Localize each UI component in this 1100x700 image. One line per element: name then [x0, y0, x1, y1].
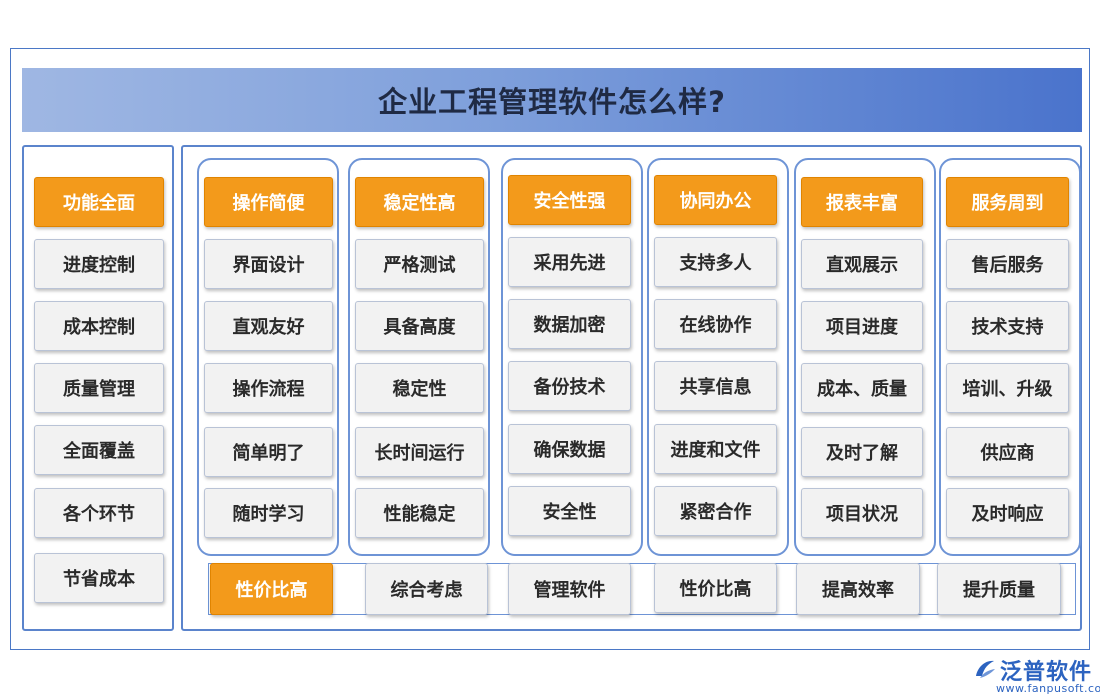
- column-header: 稳定性高: [355, 177, 484, 227]
- column-item: 及时响应: [946, 488, 1069, 538]
- brand-url: www.fanpusoft.com: [996, 682, 1100, 695]
- column-item: 操作流程: [204, 363, 333, 413]
- left-item: 全面覆盖: [34, 425, 164, 475]
- left-item: 质量管理: [34, 363, 164, 413]
- column-item: 售后服务: [946, 239, 1069, 289]
- column-item: 共享信息: [654, 361, 777, 411]
- column-item: 项目进度: [801, 301, 923, 351]
- column-header: 报表丰富: [801, 177, 923, 227]
- column-item: 进度和文件: [654, 424, 777, 474]
- column-item: 支持多人: [654, 237, 777, 287]
- title-banner: 企业工程管理软件怎么样?: [22, 68, 1082, 132]
- bottom-item: 提升质量: [937, 563, 1061, 615]
- column-header: 协同办公: [654, 175, 777, 225]
- page-title: 企业工程管理软件怎么样?: [378, 85, 726, 119]
- bottom-item: 性价比高: [654, 563, 777, 613]
- column-item: 数据加密: [508, 299, 631, 349]
- bottom-item: 提高效率: [796, 563, 920, 615]
- column-item: 备份技术: [508, 361, 631, 411]
- column-item: 长时间运行: [355, 427, 484, 477]
- left-item: 进度控制: [34, 239, 164, 289]
- column-item: 具备高度: [355, 301, 484, 351]
- brand-mark-icon: [976, 660, 995, 678]
- bottom-item: 综合考虑: [365, 563, 488, 615]
- column-item: 供应商: [946, 427, 1069, 477]
- column-item: 确保数据: [508, 424, 631, 474]
- column-item: 培训、升级: [946, 363, 1069, 413]
- column-item: 随时学习: [204, 488, 333, 538]
- column-item: 及时了解: [801, 427, 923, 477]
- column-header: 安全性强: [508, 175, 631, 225]
- column-header: 服务周到: [946, 177, 1069, 227]
- column-item: 性能稳定: [355, 488, 484, 538]
- bottom-item: 管理软件: [508, 563, 631, 615]
- column-item: 在线协作: [654, 299, 777, 349]
- column-item: 技术支持: [946, 301, 1069, 351]
- column-header: 操作简便: [204, 177, 333, 227]
- column-item: 安全性: [508, 486, 631, 536]
- column-item: 界面设计: [204, 239, 333, 289]
- column-item: 直观友好: [204, 301, 333, 351]
- column-item: 项目状况: [801, 488, 923, 538]
- left-item-header: 功能全面: [34, 177, 164, 227]
- column-item: 紧密合作: [654, 486, 777, 536]
- bottom-item-header: 性价比高: [210, 563, 333, 615]
- column-item: 成本、质量: [801, 363, 923, 413]
- left-item: 节省成本: [34, 553, 164, 603]
- brand-logo: 泛普软件 www.fanpusoft.com: [972, 652, 1100, 696]
- left-item: 各个环节: [34, 488, 164, 538]
- column-item: 稳定性: [355, 363, 484, 413]
- column-item: 直观展示: [801, 239, 923, 289]
- left-item: 成本控制: [34, 301, 164, 351]
- column-item: 采用先进: [508, 237, 631, 287]
- column-item: 简单明了: [204, 427, 333, 477]
- column-item: 严格测试: [355, 239, 484, 289]
